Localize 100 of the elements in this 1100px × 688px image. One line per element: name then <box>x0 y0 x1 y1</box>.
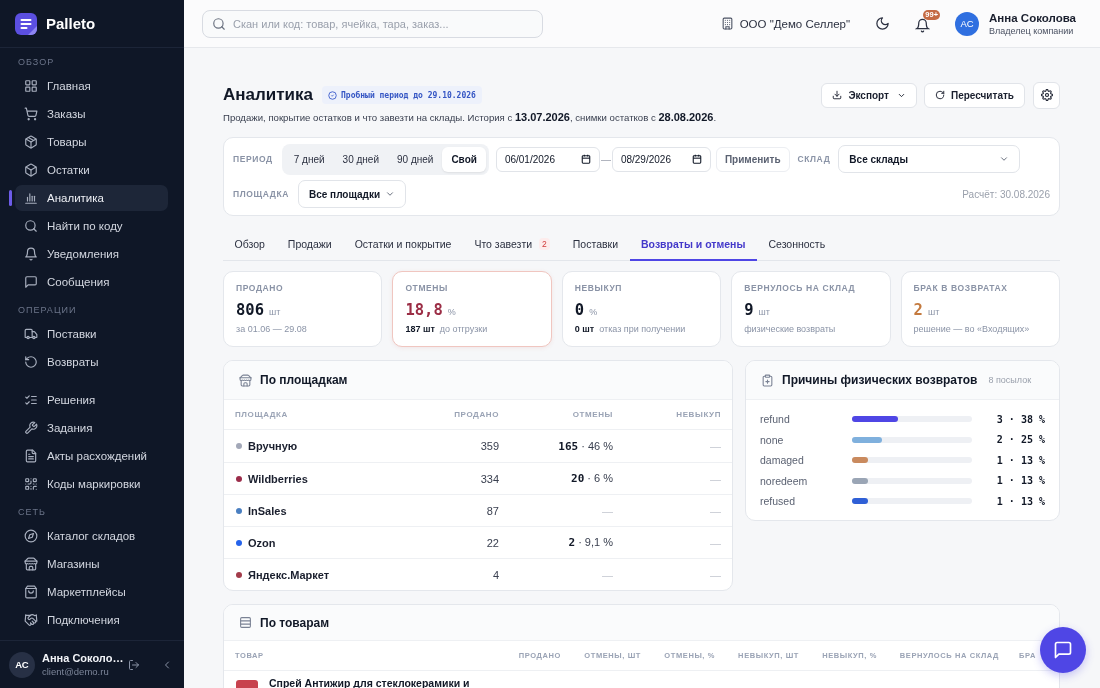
platform-name: Ozon <box>248 536 276 549</box>
apply-button[interactable]: Применить <box>715 146 790 172</box>
sidebar-item[interactable]: Подключения <box>15 607 168 633</box>
sidebar-item[interactable]: Возвраты <box>15 349 168 375</box>
section-title: СЕТЬ <box>18 506 47 519</box>
sidebar-item[interactable]: Заказы <box>15 101 168 127</box>
wrench-icon <box>24 421 38 435</box>
user-avatar[interactable]: АС <box>955 11 980 36</box>
brand-name: Palleto <box>46 15 96 32</box>
sidebar-item[interactable]: Решения <box>15 387 168 413</box>
reason-label: damaged <box>760 454 805 467</box>
period-option[interactable]: 30 дней <box>333 146 388 172</box>
table-cell: 4 <box>492 568 499 581</box>
table-cell: — <box>710 504 721 517</box>
chat-button[interactable] <box>1040 627 1086 673</box>
sidebar-item[interactable]: Уведомления <box>15 241 168 267</box>
refresh-icon <box>934 90 945 100</box>
user-name: Анна Соколо… <box>42 652 124 664</box>
active-indicator <box>9 190 12 206</box>
tab[interactable]: Возвраты и отмены <box>629 227 757 261</box>
filter-label: ПЕРИОД <box>233 154 273 164</box>
period-option[interactable]: Свой <box>442 146 486 172</box>
kpi-unit: шт <box>758 307 770 317</box>
trial-text: Пробный период до 29.10.2026 <box>341 90 476 100</box>
card-title: По площадкам <box>260 373 348 387</box>
kpi-unit: шт <box>927 307 940 317</box>
date-field[interactable]: 08/29/2026 <box>611 146 711 172</box>
sidebar-item[interactable]: Задания <box>15 415 168 441</box>
bar-chart-icon <box>24 191 38 205</box>
reason-label: refused <box>760 495 797 508</box>
search-icon <box>212 16 226 31</box>
moon-icon[interactable] <box>875 16 891 31</box>
reason-label: noredeem <box>760 474 809 487</box>
qr-code-icon <box>24 477 38 491</box>
warehouse-select[interactable]: Все склады <box>838 145 1021 173</box>
table-cell: — <box>710 536 721 549</box>
cube-icon <box>24 163 38 177</box>
platform-name: Вручную <box>248 440 298 452</box>
kpi-unit: шт <box>269 307 281 317</box>
tab[interactable]: Продажи <box>276 227 344 261</box>
section-title: ОБЗОР <box>18 56 56 69</box>
cart-icon <box>24 107 38 121</box>
date-field[interactable]: 06/01/2026 <box>495 146 600 172</box>
tab[interactable]: Сезонность <box>756 227 837 261</box>
tab[interactable]: Остатки и покрытие <box>343 227 463 261</box>
table-cell: 20 · 6 % <box>571 472 613 485</box>
kpi-value: 806 <box>236 300 264 320</box>
table-cell: — <box>710 568 721 581</box>
sidebar-item[interactable]: Аналитика <box>15 185 168 211</box>
undo-arrow-icon <box>24 355 38 369</box>
store-icon <box>239 373 252 387</box>
message-icon <box>24 275 38 289</box>
chevron-down-icon <box>999 154 1010 164</box>
kpi-value: 18,8 <box>405 300 443 320</box>
period-option[interactable]: 90 дней <box>388 146 443 172</box>
sidebar-item[interactable]: Акты расхождений <box>15 443 168 469</box>
parcel-count: 8 посылок <box>988 375 1032 385</box>
column-header: ПРОДАНО <box>454 410 499 419</box>
kpi-note: 187 шт до отгрузки <box>405 323 489 335</box>
handshake-icon <box>24 613 38 627</box>
page-subtitle: Продажи, покрытие остатков и что завезти на склады. История с 13.07.2026, снимки остатков с 28.08.2026. <box>223 110 718 125</box>
truck-icon <box>24 327 38 341</box>
kpi-label: ОТМЕНЫ <box>405 283 449 294</box>
settings-button[interactable] <box>1033 81 1060 109</box>
tab[interactable]: Что завезти 2 <box>462 227 562 261</box>
bell-icon <box>24 247 38 261</box>
sidebar-item[interactable]: Маркетплейсы <box>15 579 168 605</box>
reason-value: 1 · 13 % <box>996 475 1045 487</box>
sidebar-item[interactable]: Сообщения <box>15 269 168 295</box>
platform-name: InSales <box>248 504 287 517</box>
period-option[interactable]: 7 дней <box>284 146 334 172</box>
user-name: Анна Соколова <box>989 11 1076 24</box>
action-button[interactable]: Пересчитать <box>923 82 1025 108</box>
kpi-value: 0 <box>574 300 585 320</box>
company-switcher[interactable]: ООО "Демо Селлер" <box>720 17 851 30</box>
kpi-label: НЕВЫКУП <box>574 283 624 294</box>
action-button[interactable]: Экспорт <box>821 82 917 108</box>
table-cell: — <box>710 472 721 485</box>
message-icon <box>1053 640 1073 660</box>
logout-icon[interactable] <box>128 658 140 671</box>
sidebar-item[interactable]: Главная <box>15 73 168 99</box>
sidebar-item[interactable]: Найти по коду <box>15 213 168 239</box>
marketplace-select[interactable]: Все площадки <box>298 180 406 208</box>
document-icon <box>24 449 38 463</box>
download-icon <box>832 90 843 100</box>
sidebar-item[interactable]: Каталог складов <box>15 523 168 549</box>
sidebar-item[interactable]: Остатки <box>15 157 168 183</box>
card-title: По товарам <box>260 615 330 630</box>
sidebar-item[interactable]: Поставки <box>15 321 168 347</box>
sidebar-item[interactable]: Коды маркировки <box>15 471 168 497</box>
tab[interactable]: Поставки <box>561 227 630 261</box>
table-cell: 359 <box>480 440 499 452</box>
platform-name: Wildberries <box>248 472 308 485</box>
reason-value: 2 · 25 % <box>996 434 1045 446</box>
user-email: client@demo.ru <box>42 666 110 677</box>
table-cell: — <box>710 440 721 452</box>
clipboard-plus-icon <box>761 373 774 387</box>
sidebar-item[interactable]: Магазины <box>15 551 168 577</box>
tab[interactable]: Обзор <box>223 227 277 261</box>
sidebar-item[interactable]: Товары <box>15 129 168 155</box>
